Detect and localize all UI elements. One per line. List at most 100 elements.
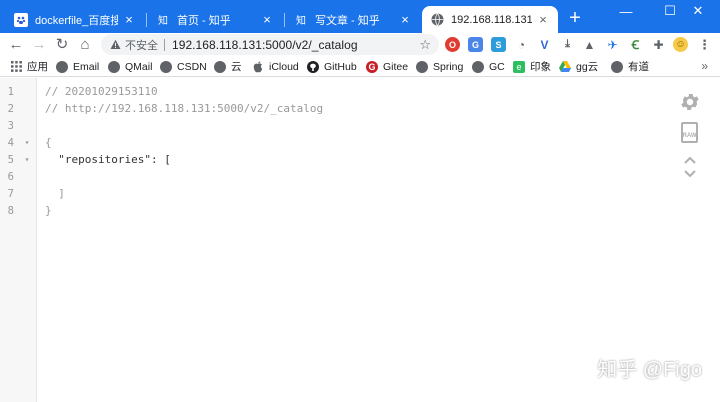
code-text: } [45,204,52,217]
browser-toolbar: ← → ↻ ⌂ 不安全 192.168.118.131:5000/v2/_cat… [0,33,720,56]
url-text[interactable]: 192.168.118.131:5000/v2/_catalog [172,38,358,52]
bookmarks-overflow-icon[interactable]: » [701,59,708,73]
menu-kebab-icon[interactable]: ⋮ [697,37,712,52]
reload-button[interactable]: ↻ [52,34,72,54]
bookmark-icloud[interactable]: iCloud [252,59,299,74]
extension-speed-icon[interactable]: ◔ [514,37,529,52]
tab-separator [284,13,285,27]
bookmark-label: iCloud [269,60,299,73]
globe-icon [108,60,120,73]
tab-zhihu-write[interactable]: 知 写文章 - 知乎 × [286,6,420,33]
bookmark-label: gg云 [576,61,599,73]
globe-icon [214,60,226,73]
bookmark-label: Spring [433,60,464,73]
globe-icon [430,13,444,27]
extensions-puzzle-icon[interactable]: ✚ [651,37,666,52]
bookmark-cloud[interactable]: 云 [214,59,242,74]
new-tab-button[interactable]: + [566,8,584,28]
raw-view-button[interactable]: RAW [681,122,698,143]
tab-title: 192.168.118.131:5000 [451,13,532,26]
warning-icon[interactable] [109,39,121,51]
bookmark-label: GitHub [324,60,357,73]
code-line: 1 // 20201029153110 [0,83,680,100]
tab-registry-catalog[interactable]: 192.168.118.131:5000 × [422,6,558,33]
bookmark-gc[interactable]: GC [472,59,505,74]
tab-title: 首页 - 知乎 [177,14,231,27]
close-tab-icon[interactable]: × [536,12,550,27]
bookmark-github[interactable]: GitHub [307,59,357,74]
line-number: 1 [7,85,14,98]
bookmark-star-icon[interactable]: ☆ [419,37,431,53]
line-number: 3 [7,119,14,132]
bookmark-youdao[interactable]: 有道 [611,59,649,74]
code-line: 5 ▾ "repositories": [ [0,151,680,168]
extension-s-icon[interactable]: S [491,37,506,52]
profile-avatar[interactable]: ☺ [673,37,688,52]
line-number: 4 [7,136,14,149]
minimize-button[interactable]: — [604,0,648,22]
line-number: 8 [7,204,14,217]
extension-vue-icon[interactable]: V [537,37,552,52]
code-text: { [45,136,52,149]
tab-strip: dockerfile_百度搜索 × 知 首页 - 知乎 × 知 写文章 - 知乎… [0,0,720,33]
apps-grid-icon [10,61,22,73]
extension-e-icon[interactable]: Ꞓ [628,37,643,52]
line-number: 6 [7,170,14,183]
bookmark-label: Gitee [383,60,409,73]
bookmark-gitee[interactable]: G Gitee [366,59,408,74]
close-tab-icon[interactable]: × [122,12,136,27]
forward-button[interactable]: → [29,34,49,54]
code-line: 7 ] [0,185,680,202]
json-viewer: 1 // 20201029153110 2 // http://192.168.… [0,78,720,402]
extension-bird-icon[interactable]: ✈ [605,37,620,52]
address-bar[interactable]: 不安全 192.168.118.131:5000/v2/_catalog ☆ [101,34,439,55]
bookmark-label: 有道 [628,61,649,73]
bookmark-label: 应用 [27,61,48,73]
bookmark-qmail[interactable]: QMail [108,59,152,74]
bookmark-label: CSDN [177,60,207,73]
raw-icon: RAW [681,122,698,143]
bookmark-label: QMail [125,60,153,73]
extension-opera-icon[interactable]: O [445,37,460,52]
evernote-icon: e [513,60,525,73]
bookmark-spring[interactable]: Spring [416,59,463,74]
close-window-button[interactable]: ✕ [676,0,720,22]
apple-icon [252,60,264,73]
tab-zhihu-home[interactable]: 知 首页 - 知乎 × [148,6,282,33]
bookmark-csdn[interactable]: CSDN [160,59,207,74]
zhihu-icon: 知 [296,16,306,27]
extension-translate-icon[interactable]: G [468,37,483,52]
fold-toggle[interactable]: ▾ [20,138,34,147]
settings-gear-icon[interactable] [678,90,702,114]
back-button[interactable]: ← [6,34,26,54]
insecure-label[interactable]: 不安全 [125,37,158,53]
code-text: "repositories": [ [45,153,171,166]
bookmark-apps[interactable]: 应用 [10,59,48,74]
bookmark-email[interactable]: Email [56,59,99,74]
code-line: 2 // http://192.168.118.131:5000/v2/_cat… [0,100,680,117]
extension-drive-icon[interactable]: ▲ [582,37,597,52]
github-icon [307,60,319,73]
tab-baidu-search[interactable]: dockerfile_百度搜索 × [6,6,144,33]
bookmark-gg-cloud[interactable]: gg云 [559,59,598,74]
scroll-up-icon[interactable] [683,154,697,166]
globe-icon [160,60,172,73]
code-line: 6 [0,168,680,185]
code-line: 3 [0,117,680,134]
line-number: 2 [7,102,14,115]
close-tab-icon[interactable]: × [260,12,274,27]
globe-icon [416,60,428,73]
home-button[interactable]: ⌂ [75,34,95,54]
scroll-down-icon[interactable] [683,168,697,180]
tab-separator [146,13,147,27]
tab-title: dockerfile_百度搜索 [35,14,118,27]
extension-download-icon[interactable]: ⤓ [560,37,575,52]
code-text: // 20201029153110 [45,85,158,98]
baidu-icon [14,12,28,27]
fold-toggle[interactable]: ▾ [20,155,34,164]
bookmark-label: GC [489,60,505,73]
globe-icon [611,60,623,73]
close-tab-icon[interactable]: × [398,12,412,27]
bookmark-evernote[interactable]: e 印象 [513,59,551,74]
bookmarks-bar: 应用 Email QMail CSDN 云 iCloud GitHub G Gi… [0,56,720,77]
